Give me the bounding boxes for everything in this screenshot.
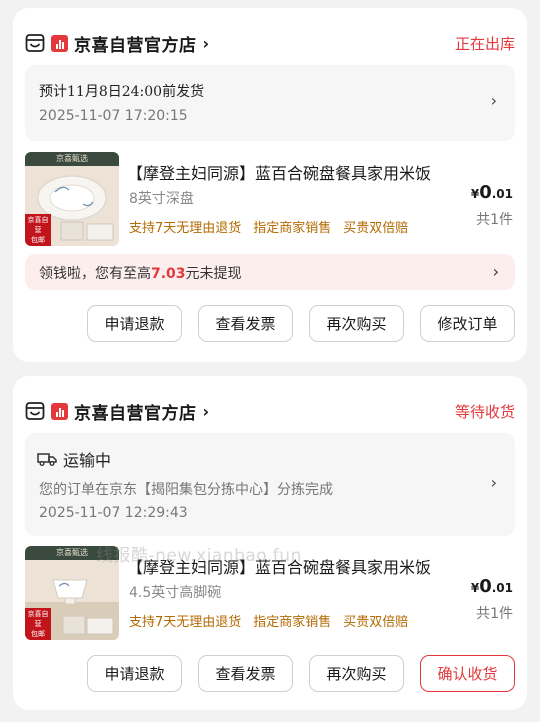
order-card-1[interactable]: 京喜自营官方店 › 正在出库 预计11月8日24:00前发货 2025-11-0… (13, 8, 527, 362)
store-icon (25, 33, 45, 53)
product-price: ¥0.01 (470, 576, 513, 597)
product-item[interactable]: 京喜甄选 京喜自营 包邮 【摩登主妇同源】蓝百合碗盘餐具家用米饭 8英寸深盘 支… (25, 150, 515, 246)
confirm-receipt-button[interactable]: 确认收货 (420, 655, 515, 692)
buy-again-button[interactable]: 再次购买 (309, 305, 404, 342)
cash-reminder-text: 领钱啦，您有至高7.03元未提现 (39, 266, 242, 282)
truck-icon (37, 453, 57, 466)
cash-amount: 7.03 (151, 266, 186, 282)
product-spec: 8英寸深盘 (129, 191, 194, 207)
chevron-right-icon: › (202, 33, 210, 53)
order-actions: 申请退款 查看发票 再次购买 确认收货 (87, 655, 515, 692)
shipping-time: 2025-11-07 12:29:43 (39, 505, 188, 521)
shop-header[interactable]: 京喜自营官方店 › 正在出库 (25, 30, 515, 56)
thumb-brand: 京喜甄选 (25, 152, 119, 166)
thumb-tag: 京喜自营 包邮 (25, 214, 51, 246)
order-status: 等待收货 (454, 402, 515, 421)
jx-brand-icon (51, 402, 68, 420)
chevron-right-icon: › (492, 262, 499, 281)
service-tags: 支持7天无理由退货 指定商家销售 买贵双倍赔 (129, 611, 408, 630)
watermark: 线报酷-new.xianbao.fun (96, 546, 302, 566)
modify-order-button[interactable]: 修改订单 (420, 305, 515, 342)
shipping-description: 您的订单在京东【揭阳集包分拣中心】分拣完成 (39, 482, 333, 498)
product-price: ¥0.01 (470, 182, 513, 203)
product-quantity: 共1件 (476, 212, 513, 228)
order-status: 正在出库 (454, 34, 515, 53)
cash-reminder-bar[interactable]: 领钱啦，您有至高7.03元未提现 › (25, 254, 515, 290)
product-title[interactable]: 【摩登主妇同源】蓝百合碗盘餐具家用米饭 (127, 160, 467, 184)
shipping-title: 运输中 (37, 447, 111, 471)
order-actions: 申请退款 查看发票 再次购买 修改订单 (87, 305, 515, 342)
order-time: 2025-11-07 17:20:15 (39, 108, 188, 124)
buy-again-button[interactable]: 再次购买 (309, 655, 404, 692)
delivery-estimate: 预计11月8日24:00前发货 (39, 84, 205, 100)
service-tag: 支持7天无理由退货 (129, 615, 242, 630)
product-spec: 4.5英寸高脚碗 (129, 585, 222, 601)
product-quantity: 共1件 (476, 606, 513, 622)
view-invoice-button[interactable]: 查看发票 (198, 655, 293, 692)
product-thumbnail[interactable]: 京喜甄选 京喜自营 包邮 (25, 152, 119, 246)
thumb-tag: 京喜自营 包邮 (25, 608, 51, 640)
jx-brand-icon (51, 34, 68, 52)
refund-button[interactable]: 申请退款 (87, 655, 182, 692)
service-tag: 支持7天无理由退货 (129, 221, 242, 236)
shop-name[interactable]: 京喜自营官方店 (74, 31, 197, 56)
chevron-right-icon: › (490, 473, 497, 492)
service-tag: 买贵双倍赔 (343, 221, 409, 236)
service-tag: 指定商家销售 (253, 615, 332, 630)
service-tags: 支持7天无理由退货 指定商家销售 买贵双倍赔 (129, 217, 408, 236)
delivery-info[interactable]: 预计11月8日24:00前发货 2025-11-07 17:20:15 › (25, 65, 515, 141)
shop-header[interactable]: 京喜自营官方店 › 等待收货 (25, 398, 515, 424)
chevron-right-icon: › (490, 91, 497, 110)
shipping-info[interactable]: 运输中 您的订单在京东【揭阳集包分拣中心】分拣完成 2025-11-07 12:… (25, 433, 515, 536)
shop-name[interactable]: 京喜自营官方店 (74, 399, 197, 424)
store-icon (25, 401, 45, 421)
chevron-right-icon: › (202, 401, 210, 421)
view-invoice-button[interactable]: 查看发票 (198, 305, 293, 342)
service-tag: 买贵双倍赔 (343, 615, 409, 630)
service-tag: 指定商家销售 (253, 221, 332, 236)
refund-button[interactable]: 申请退款 (87, 305, 182, 342)
